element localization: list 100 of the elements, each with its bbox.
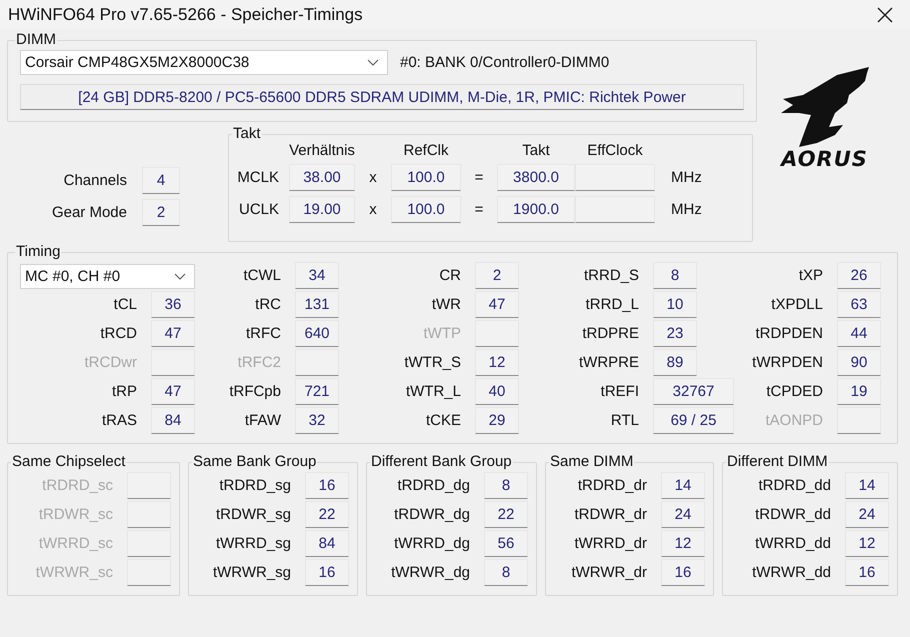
value-field: 10 (653, 291, 697, 318)
value-field: 8 (484, 559, 528, 586)
group-title: Different DIMM (726, 454, 829, 470)
value-field: 16 (305, 559, 349, 586)
field-label: tCWL (242, 267, 281, 284)
chevron-icon (367, 59, 379, 66)
value-field: 63 (837, 291, 881, 318)
value-field: 8 (653, 262, 697, 289)
value-field: 12 (661, 530, 705, 557)
field-label: tWRRD_dr (573, 535, 647, 552)
value-field: 1900.0 (497, 196, 575, 223)
value-field: 4 (142, 167, 180, 194)
value-field: 36 (151, 291, 195, 318)
field-label: tCKE (424, 412, 461, 429)
value-field: 38.00 (289, 164, 355, 191)
channel-select[interactable]: MC #0, CH #0 (20, 264, 195, 288)
field-label: tWRWR_sg (212, 564, 291, 581)
value-field: 56 (484, 530, 528, 557)
logo-text: AORUS (781, 147, 868, 171)
value-field: 24 (845, 501, 889, 528)
value-field: 40 (475, 378, 519, 405)
value-field: 16 (305, 472, 349, 499)
group-title: Takt (232, 126, 262, 142)
value-field: 14 (661, 472, 705, 499)
field-label: CR (438, 267, 461, 284)
value-field: 26 (837, 262, 881, 289)
value-field (127, 472, 171, 499)
field-label: tWRWR_dd (751, 564, 831, 581)
field-label: tRDRD_dd (757, 477, 831, 494)
value-field: 22 (305, 501, 349, 528)
value-field: 32 (295, 407, 339, 434)
value-field: 640 (295, 320, 339, 347)
field-label: tXP (798, 267, 823, 284)
value-field: 2 (142, 199, 180, 226)
operator: x (368, 201, 378, 218)
field-label: Gear Mode (50, 204, 127, 221)
value-field: 14 (845, 472, 889, 499)
column-header: EffClock (586, 142, 644, 159)
field-label: tRDWR_sg (214, 506, 291, 523)
field-label: tRDRD_sc (41, 477, 113, 494)
value-field: 90 (837, 349, 881, 376)
value-field: 29 (475, 407, 519, 434)
field-label: tAONPD (764, 412, 823, 429)
value-field: 44 (837, 320, 881, 347)
field-label: tWRRD_dd (754, 535, 831, 552)
field-label: Channels (62, 172, 127, 189)
field-label: tRDWR_sc (38, 506, 113, 523)
field-label: tWRWR_sc (34, 564, 113, 581)
field-label: tRCD (99, 325, 137, 342)
value-field (127, 501, 171, 528)
value-field (295, 349, 339, 376)
field-label: tWRPDEN (751, 354, 823, 371)
value-field: 84 (305, 530, 349, 557)
field-label: tRRD_S (582, 267, 639, 284)
value-field: 23 (653, 320, 697, 347)
value-field: 16 (661, 559, 705, 586)
value-field: 131 (295, 291, 339, 318)
unit-label: MHz (670, 169, 703, 186)
value-field: 19 (837, 378, 881, 405)
field-label: tRDRD_dg (396, 477, 470, 494)
value-field: 100.0 (391, 196, 461, 223)
field-label: tRCDwr (84, 354, 137, 371)
column-header: Takt (521, 142, 551, 159)
value-field: 89 (653, 349, 697, 376)
value-field: 47 (151, 320, 195, 347)
field-label: tWRRD_sc (38, 535, 113, 552)
field-label: tRDWR_dg (393, 506, 470, 523)
field-label: tRFC (245, 325, 281, 342)
field-label: tWR (430, 296, 461, 313)
value-field (475, 320, 519, 347)
field-label: tWRRD_dg (393, 535, 470, 552)
field-label: tWTR_L (404, 383, 461, 400)
field-label: UCLK (238, 201, 280, 218)
slot-label: #0: BANK 0/Controller0-DIMM0 (400, 54, 610, 71)
value-field: 47 (151, 378, 195, 405)
column-header: Verhältnis (289, 142, 355, 159)
value-field (127, 530, 171, 557)
value-field: 3800.0 (497, 164, 575, 191)
value-field: 12 (845, 530, 889, 557)
value-field: 47 (475, 291, 519, 318)
value-field: 84 (151, 407, 195, 434)
field-label: tRP (110, 383, 137, 400)
close-icon[interactable] (877, 6, 893, 22)
field-label: tRFC2 (236, 354, 281, 371)
value-field: 22 (484, 501, 528, 528)
group-title: Same DIMM (549, 454, 634, 470)
window-title: HWiNFO64 Pro v7.65-5266 - Speicher-Timings (8, 4, 363, 24)
field-label: tRDWR_dd (754, 506, 831, 523)
chevron-icon (174, 272, 186, 280)
field-label: tWTR_S (403, 354, 461, 371)
value-field: 721 (295, 378, 339, 405)
field-label: tRC (254, 296, 281, 313)
module-select[interactable]: Corsair CMP48GX5M2X8000C38 (20, 50, 388, 75)
field-label: tRDPDEN (754, 325, 823, 342)
module-info: [24 GB] DDR5-8200 / PC5-65600 DDR5 SDRAM UDIMM, M-Die, 1R, PMIC: Richtek Power (20, 84, 744, 110)
group-title: Different Bank Group (370, 454, 513, 470)
group-title: Same Chipselect (11, 454, 126, 470)
field-label: tFAW (244, 412, 281, 429)
field-label: tRFCpb (228, 383, 281, 400)
value-field (127, 559, 171, 586)
